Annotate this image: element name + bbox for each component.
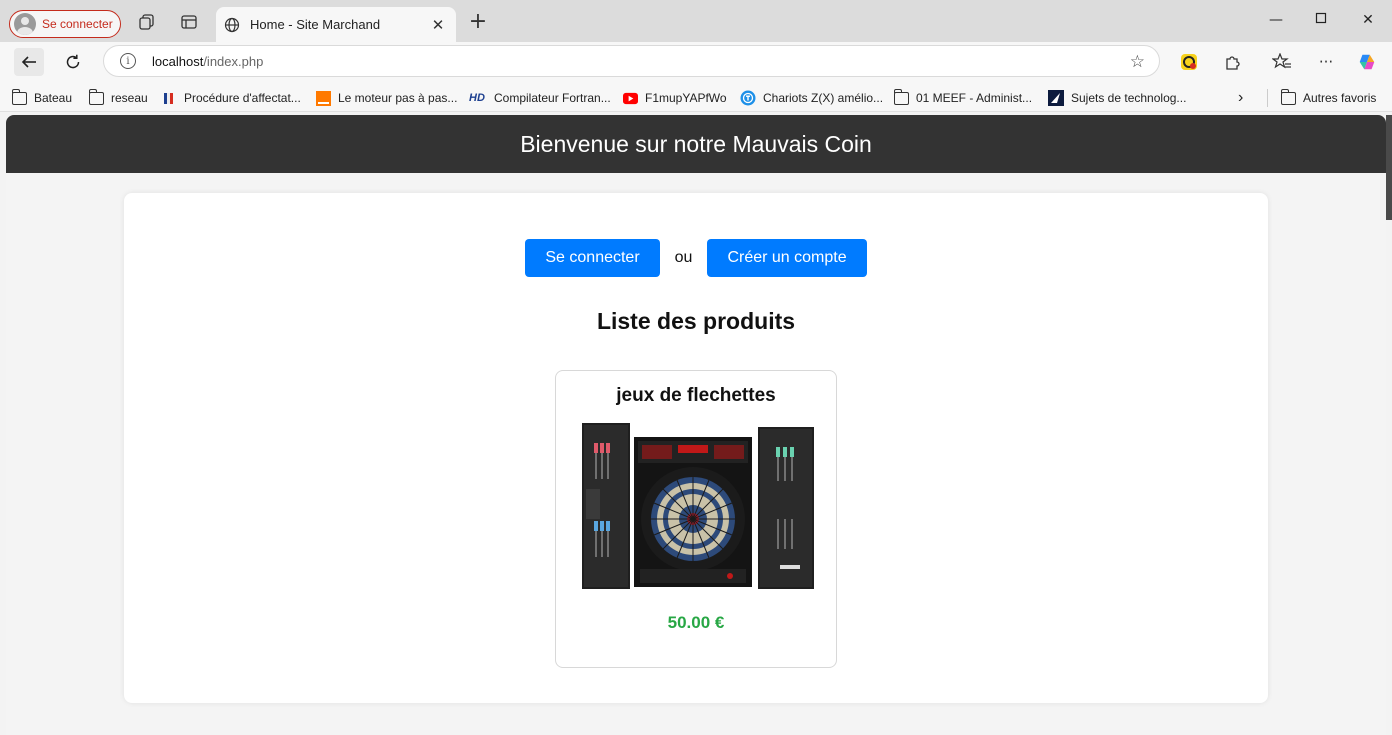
folder-icon	[12, 88, 27, 105]
tab-home-site-marchand[interactable]: Home - Site Marchand ✕	[216, 7, 456, 42]
close-window-icon[interactable]: ✕	[1358, 10, 1378, 30]
new-tab-icon[interactable]: +	[468, 11, 488, 34]
extension-icon[interactable]	[1179, 52, 1199, 72]
marianne-icon	[164, 92, 173, 104]
web-page: Bienvenue sur notre Mauvais Coin Se conn…	[6, 115, 1386, 735]
refresh-icon	[66, 54, 80, 69]
bookmark-label: Sujets de technolog...	[1071, 91, 1187, 105]
back-arrow-icon	[21, 56, 36, 68]
auth-actions: Se connecter ou Créer un compte	[124, 239, 1268, 277]
site-header: Bienvenue sur notre Mauvais Coin	[6, 115, 1386, 173]
other-favorites-label: Autres favoris	[1303, 91, 1377, 105]
favorites-icon[interactable]	[1272, 52, 1292, 72]
bookmark-label: Chariots Z(X) amélio...	[763, 91, 884, 105]
other-favorites[interactable]: Autres favoris	[1281, 88, 1377, 107]
bookmark-label: reseau	[111, 91, 148, 105]
bookmark-item[interactable]: 01 MEEF - Administ...	[894, 88, 1033, 107]
back-button[interactable]	[14, 48, 44, 76]
hd-icon: HD	[469, 91, 485, 104]
workspaces-icon[interactable]	[138, 13, 156, 31]
bookmark-item[interactable]: reseau	[89, 88, 148, 107]
minimize-icon[interactable]: —	[1266, 10, 1286, 30]
site-title: Bienvenue sur notre Mauvais Coin	[520, 130, 872, 157]
login-button[interactable]: Se connecter	[525, 239, 660, 277]
or-separator: ou	[674, 249, 693, 266]
bookmark-label: Compilateur Fortran...	[494, 91, 611, 105]
folder-icon	[89, 88, 104, 105]
product-name: jeux de flechettes	[616, 385, 776, 406]
address-bar[interactable]: i localhost/index.php ☆	[103, 45, 1160, 77]
bookmark-item[interactable]: Bateau	[12, 88, 73, 107]
profile-label: Se connecter	[42, 17, 113, 31]
refresh-button[interactable]	[58, 48, 88, 76]
more-options-icon[interactable]: ···	[1316, 52, 1336, 72]
tab-title: Home - Site Marchand	[250, 17, 381, 32]
chevron-right-icon[interactable]: ›	[1238, 89, 1243, 107]
tinkercad-icon	[740, 90, 756, 106]
tab-strip: Se connecter Home - Site Marchand ✕ + — …	[0, 0, 1392, 42]
bookmark-item[interactable]: Procédure d'affectat...	[162, 89, 301, 107]
register-button[interactable]: Créer un compte	[707, 239, 867, 277]
bookmark-label: Le moteur pas à pas...	[338, 91, 458, 105]
orange-icon	[316, 90, 331, 106]
main-container: Se connecter ou Créer un compte Liste de…	[124, 193, 1268, 703]
bookmark-item[interactable]: F1mupYAPfWo	[623, 89, 727, 107]
browser-window: Se connecter Home - Site Marchand ✕ + — …	[0, 0, 1392, 735]
bookmark-divider	[1267, 89, 1268, 107]
bookmark-label: 01 MEEF - Administ...	[916, 91, 1033, 105]
site-info-icon[interactable]: i	[120, 53, 136, 69]
profile-button[interactable]: Se connecter	[9, 10, 121, 38]
maximize-icon[interactable]	[1311, 10, 1331, 30]
product-price: 50.00 €	[667, 613, 725, 632]
bookmark-item[interactable]: Le moteur pas à pas...	[316, 89, 457, 107]
bookmark-item[interactable]: Sujets de technolog...	[1048, 89, 1186, 107]
product-list-title: Liste des produits	[596, 308, 796, 334]
url-text: localhost/index.php	[152, 53, 264, 69]
sujets-icon	[1048, 90, 1064, 106]
favorite-star-icon[interactable]: ☆	[1130, 52, 1145, 72]
copilot-icon[interactable]	[1357, 52, 1377, 72]
scrollbar[interactable]	[1386, 115, 1392, 220]
bookmark-label: F1mupYAPfWo	[645, 91, 727, 105]
extensions-puzzle-icon[interactable]	[1223, 52, 1243, 72]
bookmark-item[interactable]: Chariots Z(X) amélio...	[740, 89, 883, 107]
youtube-icon	[623, 92, 638, 104]
toolbar: i localhost/index.php ☆ ···	[0, 42, 1392, 82]
product-card[interactable]: jeux de flechettes 50.00 €	[555, 370, 837, 668]
folder-icon	[1281, 88, 1296, 105]
folder-icon	[894, 88, 909, 105]
close-tab-icon[interactable]: ✕	[430, 16, 446, 34]
bookmarks-bar: Bateau reseau Procédure d'affectat... Le…	[0, 82, 1392, 112]
globe-icon	[224, 17, 240, 32]
product-image[interactable]	[580, 419, 816, 593]
bookmark-item[interactable]: HD Compilateur Fortran...	[469, 89, 611, 107]
bookmark-label: Procédure d'affectat...	[184, 91, 301, 105]
avatar-icon	[14, 13, 36, 35]
tab-actions-icon[interactable]	[180, 13, 198, 31]
bookmark-label: Bateau	[34, 91, 73, 105]
